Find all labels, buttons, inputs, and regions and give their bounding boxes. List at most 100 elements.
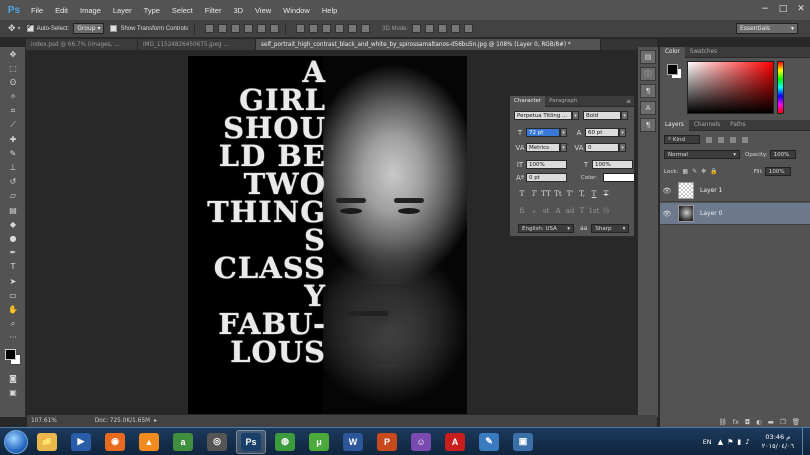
menu-filter[interactable]: Filter — [199, 6, 228, 15]
move-tool-icon[interactable]: ✥ — [0, 47, 26, 61]
font-style-field[interactable]: Bold — [583, 111, 621, 120]
kind-filter-dropdown[interactable]: ⌕ Kind — [664, 135, 700, 144]
3d-roll-icon[interactable] — [425, 24, 435, 33]
horizontal-scale-field[interactable]: 100% — [592, 160, 633, 169]
distribute-icon[interactable] — [296, 24, 306, 33]
text-color-swatch[interactable] — [603, 173, 636, 182]
marquee-tool-icon[interactable]: ⬚ — [0, 61, 26, 75]
foreground-color-swatch[interactable] — [5, 348, 16, 360]
chrome-icon[interactable]: ◍ — [270, 430, 300, 454]
app-icon[interactable]: ◎ — [202, 430, 232, 454]
kerning-field[interactable]: Metrics — [526, 143, 560, 152]
chevron-down-icon[interactable]: ▾ — [560, 143, 567, 152]
show-transform-checkbox[interactable] — [110, 25, 118, 32]
tab-self-portrait[interactable]: self_portrait_high_contrast_black_and_wh… — [256, 39, 601, 50]
maximize-button[interactable]: □ — [774, 1, 792, 17]
menu-image[interactable]: Image — [74, 6, 107, 15]
link-icon[interactable]: ⛓ — [719, 418, 727, 426]
path-select-tool-icon[interactable]: ➤ — [0, 274, 26, 288]
strikethrough-button[interactable]: T — [600, 189, 612, 199]
auto-select-checkbox[interactable] — [26, 22, 34, 32]
filter-type-icon[interactable] — [730, 136, 736, 143]
minimize-button[interactable]: − — [756, 1, 774, 17]
mask-icon[interactable]: ◘ — [745, 418, 750, 426]
align-middle-icon[interactable] — [218, 24, 228, 33]
old-style-button[interactable]: ℴ — [528, 206, 540, 216]
glyph-panel-icon[interactable]: ¶ — [640, 118, 656, 132]
color-picker-field[interactable] — [687, 61, 774, 114]
lock-image-icon[interactable]: ✎ — [692, 168, 697, 175]
lock-position-icon[interactable]: ✥ — [701, 168, 706, 175]
fractions-button[interactable]: ½ — [600, 206, 612, 216]
3d-scale-icon[interactable] — [464, 24, 474, 33]
align-top-icon[interactable] — [205, 24, 215, 33]
history-panel-icon[interactable]: ▤ — [640, 50, 656, 64]
adjustment-icon[interactable]: ◐ — [756, 418, 762, 426]
baseline-shift-field[interactable]: 0 pt — [526, 173, 567, 182]
align-right-icon[interactable] — [270, 24, 280, 33]
chevron-right-icon[interactable]: ▸ — [154, 418, 157, 424]
superscript-button[interactable]: T' — [564, 189, 576, 199]
visibility-eye-icon[interactable]: 👁 — [660, 210, 674, 218]
eyedropper-tool-icon[interactable]: ⟋ — [0, 118, 26, 132]
fx-icon[interactable]: fx — [733, 418, 739, 426]
brush-tool-icon[interactable]: ✎ — [0, 146, 26, 160]
volume-icon[interactable]: ♪ — [745, 438, 749, 446]
font-family-field[interactable]: Perpetua Titling ... — [514, 111, 572, 120]
quick-select-tool-icon[interactable]: ✧ — [0, 90, 26, 104]
hue-slider[interactable] — [777, 61, 784, 114]
distribute-icon[interactable] — [348, 24, 358, 33]
new-layer-icon[interactable]: ❐ — [780, 418, 786, 426]
powerpoint-icon[interactable]: P — [372, 430, 402, 454]
photoshop-icon[interactable]: Ps — [236, 429, 266, 454]
close-button[interactable]: ✕ — [792, 1, 810, 17]
filter-pixel-icon[interactable] — [706, 136, 712, 143]
menu-3d[interactable]: 3D — [227, 6, 249, 15]
underline-button[interactable]: T — [588, 189, 600, 199]
quick-mask-icon[interactable]: ◙ — [0, 371, 26, 385]
move-tool-icon[interactable]: ✥ — [8, 24, 16, 34]
crop-tool-icon[interactable]: ⌗ — [0, 104, 26, 118]
gradient-tool-icon[interactable]: ▤ — [0, 203, 26, 217]
chevron-down-icon[interactable]: ▾ — [619, 143, 626, 152]
antialias-dropdown[interactable]: Sharp ▾ — [591, 224, 630, 233]
swash-button[interactable]: A — [552, 206, 564, 216]
distribute-icon[interactable] — [309, 24, 319, 33]
explorer-icon[interactable]: 📁 — [32, 430, 62, 454]
leading-field[interactable]: 60 pt — [585, 128, 619, 137]
distribute-icon[interactable] — [335, 24, 345, 33]
pen-tool-icon[interactable]: ✒ — [0, 246, 26, 260]
vertical-scale-field[interactable]: 100% — [526, 160, 567, 169]
tab-channels[interactable]: Channels — [689, 120, 725, 131]
foreground-color-swatch[interactable] — [667, 64, 678, 75]
subscript-button[interactable]: T, — [576, 189, 588, 199]
faux-bold-button[interactable]: T — [516, 189, 528, 199]
chevron-down-icon[interactable]: ▾ — [621, 111, 628, 120]
tab-layers[interactable]: Layers — [660, 119, 689, 131]
utorrent-icon[interactable]: μ — [304, 430, 334, 454]
start-button[interactable] — [4, 429, 28, 454]
align-left-icon[interactable] — [244, 24, 254, 33]
show-desktop-button[interactable] — [802, 428, 810, 455]
tab-paths[interactable]: Paths — [725, 120, 750, 131]
tab-color[interactable]: Color — [660, 46, 685, 58]
window-app-icon[interactable]: ▣ — [508, 430, 538, 454]
properties-panel-icon[interactable]: ⓘ — [640, 67, 656, 81]
network-icon[interactable]: ▮ — [737, 438, 741, 446]
dodge-tool-icon[interactable]: ● — [0, 231, 26, 245]
healing-brush-tool-icon[interactable]: ✚ — [0, 132, 26, 146]
faux-italic-button[interactable]: T — [528, 189, 540, 199]
menu-view[interactable]: View — [249, 6, 277, 15]
titling-button[interactable]: T — [576, 206, 588, 216]
visibility-eye-icon[interactable]: 👁 — [660, 187, 674, 195]
small-caps-button[interactable]: Tt — [552, 189, 564, 199]
menu-select[interactable]: Select — [166, 6, 199, 15]
history-brush-tool-icon[interactable]: ↺ — [0, 175, 26, 189]
more-tools-icon[interactable]: ··· — [0, 331, 26, 345]
ordinals-button[interactable]: 1st — [588, 206, 600, 216]
document-canvas[interactable]: A GIRL SHOU LD BE TWO THING S CLASS Y FA… — [188, 56, 467, 414]
tab-swatches[interactable]: Swatches — [685, 47, 722, 58]
font-size-field[interactable]: 72 pt — [526, 128, 560, 137]
firefox-icon[interactable]: ◉ — [100, 430, 130, 454]
distribute-icon[interactable] — [361, 24, 371, 33]
